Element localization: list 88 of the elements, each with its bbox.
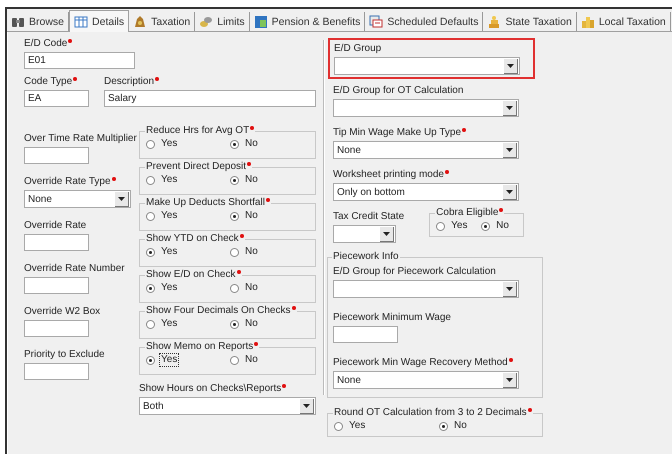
radio-option[interactable]: No bbox=[230, 317, 309, 331]
field-label: E/D Code bbox=[24, 38, 68, 50]
radio-option[interactable]: Yes bbox=[436, 219, 482, 233]
text-field[interactable] bbox=[24, 363, 89, 380]
tab-icon bbox=[199, 14, 214, 28]
radio-circle[interactable] bbox=[334, 422, 343, 430]
field-label: Tax Credit State bbox=[333, 211, 404, 223]
radio-circle[interactable] bbox=[146, 140, 155, 148]
dropdown[interactable]: Both bbox=[139, 397, 316, 415]
tab-icon bbox=[133, 14, 148, 28]
text-field[interactable] bbox=[24, 320, 89, 337]
radio-circle[interactable] bbox=[146, 284, 155, 292]
radio-circle[interactable] bbox=[146, 248, 155, 256]
text-field[interactable] bbox=[24, 277, 89, 294]
group-label: Cobra Eligible bbox=[436, 207, 498, 219]
radio-option[interactable]: Yes bbox=[146, 353, 230, 367]
radio-circle[interactable] bbox=[481, 222, 490, 230]
field-label: Over Time Rate Multiplier bbox=[24, 133, 137, 145]
radio-circle[interactable] bbox=[230, 212, 239, 220]
radio-circle[interactable] bbox=[230, 248, 239, 256]
radio-circle[interactable] bbox=[230, 176, 239, 184]
group-label: Make Up Deducts Shortfall bbox=[146, 197, 265, 209]
text-field[interactable] bbox=[24, 234, 89, 251]
radio-circle[interactable] bbox=[230, 320, 239, 328]
text-field[interactable]: EA bbox=[24, 90, 89, 107]
radio-option[interactable]: Yes bbox=[146, 173, 230, 187]
group-label: Show Memo on Reports bbox=[146, 341, 254, 353]
tab-icon bbox=[74, 14, 88, 28]
text-field[interactable] bbox=[24, 147, 89, 164]
tab[interactable]: Details bbox=[69, 10, 130, 32]
tab-icon bbox=[580, 14, 595, 28]
field-label: Description bbox=[104, 76, 154, 88]
field-label: E/D Group for OT Calculation bbox=[333, 85, 464, 97]
field-label: Code Type bbox=[24, 76, 72, 88]
field-label: Override Rate bbox=[24, 220, 86, 232]
dropdown[interactable] bbox=[333, 225, 396, 243]
group-label: Prevent Direct Deposit bbox=[146, 161, 246, 173]
radio-option[interactable]: Yes bbox=[146, 137, 230, 151]
radio-circle[interactable] bbox=[436, 222, 446, 230]
radio-circle[interactable] bbox=[146, 356, 155, 364]
radio-option[interactable]: Yes bbox=[146, 281, 230, 295]
group-label: Reduce Hrs for Avg OT bbox=[146, 125, 250, 137]
radio-option[interactable]: No bbox=[230, 137, 309, 151]
radio-option[interactable]: No bbox=[230, 209, 309, 223]
group-label: Piecework Info bbox=[333, 251, 399, 263]
radio-option[interactable]: No bbox=[439, 419, 536, 433]
group-label: Round OT Calculation from 3 to 2 Decimals bbox=[334, 407, 527, 419]
radio-option[interactable]: Yes bbox=[146, 245, 230, 259]
field-label: Tip Min Wage Make Up Type bbox=[333, 127, 462, 139]
text-field[interactable]: E01 bbox=[24, 52, 135, 69]
dropdown[interactable]: None bbox=[333, 371, 519, 389]
radio-option[interactable]: Yes bbox=[334, 419, 439, 433]
radio-circle[interactable] bbox=[146, 176, 155, 184]
radio-option[interactable]: Yes bbox=[146, 317, 230, 331]
field-label: E/D Group bbox=[334, 43, 382, 55]
radio-circle[interactable] bbox=[230, 140, 239, 148]
field-label: E/D Group for Piecework Calculation bbox=[333, 266, 496, 278]
tab-icon bbox=[487, 14, 502, 28]
radio-option[interactable]: No bbox=[230, 173, 309, 187]
tab[interactable]: Pension & Benefits bbox=[250, 12, 366, 31]
field-label: Piecework Minimum Wage bbox=[333, 312, 451, 324]
radio-circle[interactable] bbox=[230, 356, 239, 364]
field-label: Worksheet printing mode bbox=[333, 169, 444, 181]
dropdown[interactable]: None bbox=[333, 141, 519, 159]
text-field[interactable] bbox=[333, 326, 398, 343]
radio-option[interactable]: No bbox=[230, 353, 309, 367]
radio-option[interactable]: Yes bbox=[146, 209, 230, 223]
dropdown[interactable]: None bbox=[24, 190, 131, 208]
radio-option[interactable]: No bbox=[230, 281, 309, 295]
radio-circle[interactable] bbox=[146, 320, 155, 328]
tab-icon bbox=[369, 14, 384, 28]
field-label: Override Rate Type bbox=[24, 176, 111, 188]
radio-circle[interactable] bbox=[230, 284, 239, 292]
group-label: Show YTD on Check bbox=[146, 233, 239, 245]
field-label: Override W2 Box bbox=[24, 306, 100, 318]
field-label: Priority to Exclude bbox=[24, 349, 105, 361]
radio-option[interactable]: No bbox=[230, 245, 309, 259]
field-label: Override Rate Number bbox=[24, 263, 125, 275]
radio-circle[interactable] bbox=[439, 422, 448, 430]
radio-circle[interactable] bbox=[146, 212, 155, 220]
group-label: Show Four Decimals On Checks bbox=[146, 305, 290, 317]
text-field[interactable]: Salary bbox=[104, 90, 316, 107]
field-label: Piecework Min Wage Recovery Method bbox=[333, 357, 508, 369]
radio-option[interactable]: No bbox=[481, 219, 518, 233]
dropdown[interactable]: Only on bottom bbox=[333, 183, 519, 201]
field-label: Show Hours on Checks\Reports bbox=[139, 383, 282, 395]
tab-icon bbox=[254, 14, 268, 28]
group-label: Show E/D on Check bbox=[146, 269, 236, 281]
